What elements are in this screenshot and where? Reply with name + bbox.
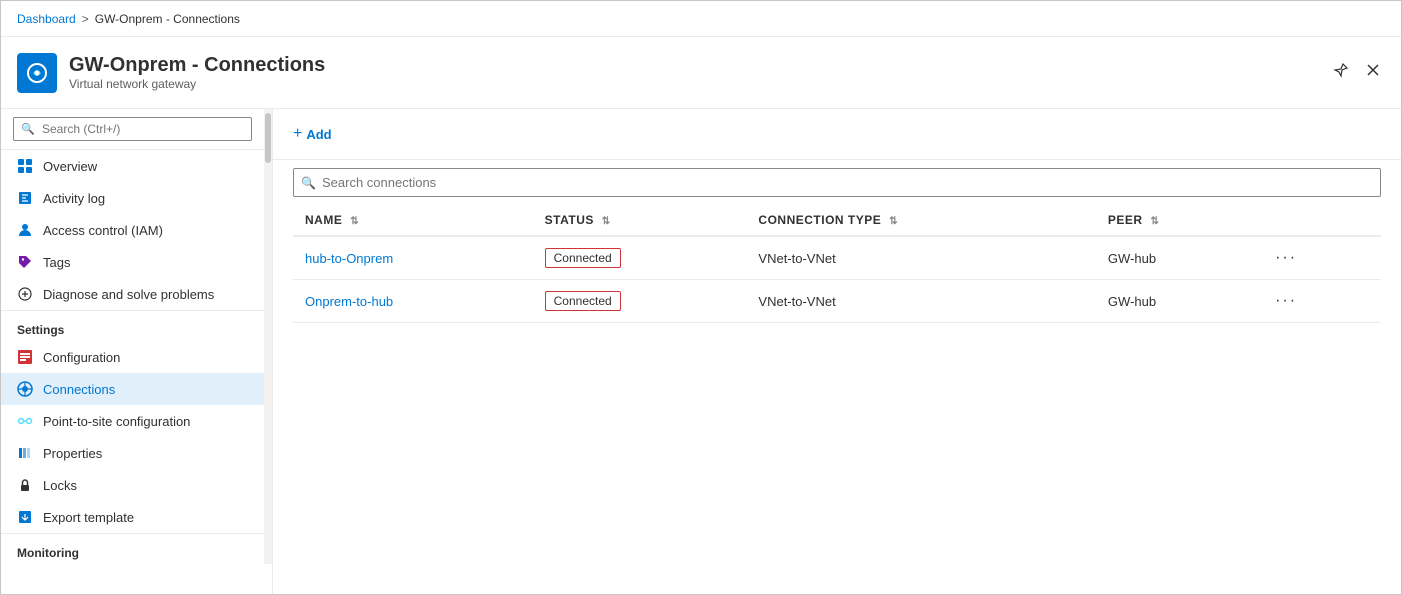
monitoring-section-title: Monitoring bbox=[1, 533, 264, 564]
sidebar-item-tags[interactable]: Tags bbox=[1, 246, 264, 278]
row2-status: Connected bbox=[533, 280, 747, 323]
breadcrumb: Dashboard > GW-Onprem - Connections bbox=[17, 12, 240, 26]
connections-icon bbox=[17, 381, 33, 397]
diagnose-icon bbox=[17, 286, 33, 302]
add-button[interactable]: + Add bbox=[293, 121, 332, 147]
status-badge: Connected bbox=[545, 248, 621, 268]
sidebar-item-export-template[interactable]: Export template bbox=[1, 501, 264, 533]
overview-icon bbox=[17, 158, 33, 174]
sidebar-item-access-control[interactable]: Access control (IAM) bbox=[1, 214, 264, 246]
tags-icon bbox=[17, 254, 33, 270]
peer-sort-icon[interactable]: ⇅ bbox=[1150, 216, 1159, 227]
row1-more-button[interactable]: ··· bbox=[1269, 247, 1303, 269]
sidebar-item-overview[interactable]: Overview bbox=[1, 150, 264, 182]
sidebar-item-activity-log[interactable]: Activity log bbox=[1, 182, 264, 214]
sidebar-item-activity-log-label: Activity log bbox=[43, 191, 105, 206]
search-icon: 🔍 bbox=[21, 123, 35, 136]
sidebar-item-export-label: Export template bbox=[43, 510, 134, 525]
sidebar-item-configuration-label: Configuration bbox=[43, 350, 120, 365]
header-left: GW-Onprem - Connections Virtual network … bbox=[17, 53, 325, 93]
row1-peer: GW-hub bbox=[1096, 236, 1257, 280]
col-header-actions bbox=[1257, 205, 1381, 236]
p2s-icon bbox=[17, 413, 33, 429]
connections-table-container: NAME ⇅ STATUS ⇅ CONNECTION TYPE ⇅ bbox=[273, 205, 1401, 594]
sidebar-item-connections[interactable]: Connections bbox=[1, 373, 264, 405]
sidebar-scrollbar[interactable] bbox=[264, 109, 272, 564]
close-button[interactable] bbox=[1361, 58, 1385, 87]
main-layout: 🔍 Overview bbox=[1, 109, 1401, 594]
type-sort-icon[interactable]: ⇅ bbox=[889, 216, 898, 227]
breadcrumb-separator: > bbox=[82, 12, 89, 26]
configuration-icon bbox=[17, 349, 33, 365]
col-header-peer: PEER ⇅ bbox=[1096, 205, 1257, 236]
resource-name: GW-Onprem - Connections bbox=[69, 54, 325, 77]
add-label: Add bbox=[306, 127, 331, 142]
row1-name: hub-to-Onprem bbox=[293, 236, 533, 280]
sidebar: 🔍 Overview bbox=[1, 109, 273, 594]
col-header-connection-type: CONNECTION TYPE ⇅ bbox=[746, 205, 1096, 236]
sidebar-search-area: 🔍 bbox=[1, 109, 264, 150]
connections-table: NAME ⇅ STATUS ⇅ CONNECTION TYPE ⇅ bbox=[293, 205, 1381, 323]
sidebar-item-connections-label: Connections bbox=[43, 382, 115, 397]
page-header: GW-Onprem - Connections Virtual network … bbox=[1, 37, 1401, 109]
row2-more-button[interactable]: ··· bbox=[1269, 290, 1303, 312]
sidebar-item-diagnose-label: Diagnose and solve problems bbox=[43, 287, 214, 302]
name-sort-icon[interactable]: ⇅ bbox=[350, 216, 359, 227]
export-icon bbox=[17, 509, 33, 525]
scroll-thumb bbox=[265, 113, 271, 163]
sidebar-item-properties[interactable]: Properties bbox=[1, 437, 264, 469]
col-header-status: STATUS ⇅ bbox=[533, 205, 747, 236]
search-bar-area: 🔍 bbox=[273, 160, 1401, 205]
iam-icon bbox=[17, 222, 33, 238]
table-header-row: NAME ⇅ STATUS ⇅ CONNECTION TYPE ⇅ bbox=[293, 205, 1381, 236]
header-actions bbox=[1329, 58, 1385, 87]
sidebar-item-tags-label: Tags bbox=[43, 255, 70, 270]
sidebar-item-properties-label: Properties bbox=[43, 446, 102, 461]
search-wrapper: 🔍 bbox=[13, 117, 252, 141]
plus-icon: + bbox=[293, 125, 302, 143]
sidebar-nav: Overview Activity log bbox=[1, 150, 264, 564]
row1-connection-type: VNet-to-VNet bbox=[746, 236, 1096, 280]
row2-peer: GW-hub bbox=[1096, 280, 1257, 323]
sidebar-item-locks-label: Locks bbox=[43, 478, 77, 493]
search-bar-wrapper: 🔍 bbox=[293, 168, 1381, 197]
main-content: + Add 🔍 NAME ⇅ bbox=[273, 109, 1401, 594]
row2-name: Onprem-to-hub bbox=[293, 280, 533, 323]
breadcrumb-home[interactable]: Dashboard bbox=[17, 12, 76, 26]
sidebar-search-input[interactable] bbox=[13, 117, 252, 141]
resource-type: Virtual network gateway bbox=[69, 77, 325, 91]
row2-more: ··· bbox=[1257, 280, 1381, 323]
row1-more: ··· bbox=[1257, 236, 1381, 280]
connections-table-body: hub-to-Onprem Connected VNet-to-VNet GW-… bbox=[293, 236, 1381, 323]
header-title: GW-Onprem - Connections Virtual network … bbox=[69, 54, 325, 91]
col-header-name: NAME ⇅ bbox=[293, 205, 533, 236]
resource-icon bbox=[17, 53, 57, 93]
content-toolbar: + Add bbox=[273, 109, 1401, 160]
settings-section-title: Settings bbox=[1, 310, 264, 341]
row2-connection-type: VNet-to-VNet bbox=[746, 280, 1096, 323]
table-row: hub-to-Onprem Connected VNet-to-VNet GW-… bbox=[293, 236, 1381, 280]
sidebar-item-configuration[interactable]: Configuration bbox=[1, 341, 264, 373]
activity-log-icon bbox=[17, 190, 33, 206]
status-badge: Connected bbox=[545, 291, 621, 311]
sidebar-item-p2s-label: Point-to-site configuration bbox=[43, 414, 190, 429]
properties-icon bbox=[17, 445, 33, 461]
connections-search-input[interactable] bbox=[293, 168, 1381, 197]
search-bar-icon: 🔍 bbox=[301, 176, 316, 190]
top-bar: Dashboard > GW-Onprem - Connections bbox=[1, 1, 1401, 37]
pin-button[interactable] bbox=[1329, 58, 1353, 87]
sidebar-item-iam-label: Access control (IAM) bbox=[43, 223, 163, 238]
status-sort-icon[interactable]: ⇅ bbox=[602, 216, 611, 227]
sidebar-item-locks[interactable]: Locks bbox=[1, 469, 264, 501]
sidebar-item-overview-label: Overview bbox=[43, 159, 97, 174]
sidebar-item-point-to-site[interactable]: Point-to-site configuration bbox=[1, 405, 264, 437]
sidebar-item-diagnose[interactable]: Diagnose and solve problems bbox=[1, 278, 264, 310]
locks-icon bbox=[17, 477, 33, 493]
table-row: Onprem-to-hub Connected VNet-to-VNet GW-… bbox=[293, 280, 1381, 323]
row1-status: Connected bbox=[533, 236, 747, 280]
breadcrumb-current: GW-Onprem - Connections bbox=[95, 12, 240, 26]
